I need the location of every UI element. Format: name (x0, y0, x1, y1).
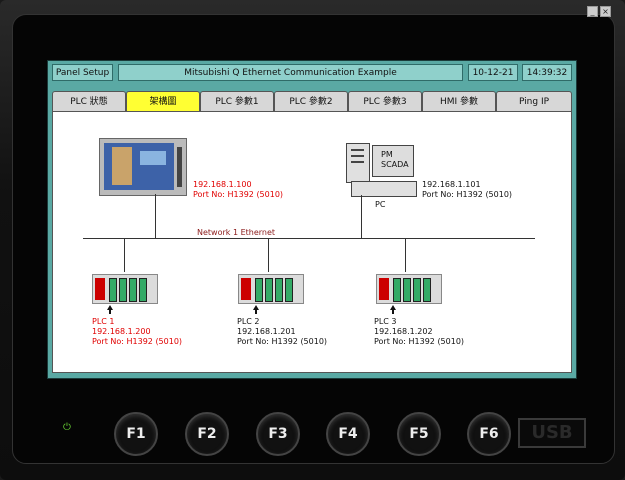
tab-hmi-param[interactable]: HMI 參數 (422, 91, 496, 111)
power-icon: ⏻ (63, 422, 71, 433)
hmi-link-line (155, 194, 156, 238)
network-label: Network 1 Ethernet (197, 228, 276, 237)
date-display: 10-12-21 (468, 64, 518, 81)
plc3-arrow-stem (392, 310, 394, 314)
plc3-rack-icon (376, 274, 442, 304)
time-display: 14:39:32 (522, 64, 572, 81)
pc-ip: 192.168.1.101 (422, 180, 481, 189)
hmi-ip: 192.168.1.100 (193, 180, 252, 189)
plc3-link-line (405, 238, 406, 272)
hmi-screen: Panel Setup Mitsubishi Q Ethernet Commun… (47, 60, 577, 379)
pc-port: Port No: H1392 (5010) (422, 190, 513, 199)
architecture-diagram: 192.168.1.100 Port No: H1392 (5010) PM S… (52, 111, 572, 373)
plc2-rack-icon (238, 274, 304, 304)
hmi-port: Port No: H1392 (5010) (193, 190, 284, 199)
tab-plc-param3[interactable]: PLC 參數3 (348, 91, 422, 111)
pc-tower-icon (346, 143, 370, 183)
plc3-ip: 192.168.1.202 (374, 327, 433, 336)
close-icon[interactable]: × (600, 6, 611, 17)
plc1-name: PLC 1 (92, 317, 115, 326)
plc1-ip: 192.168.1.200 (92, 327, 151, 336)
usb-port-label: USB (518, 418, 586, 448)
pc-link-line (361, 195, 362, 238)
ethernet-bus-line (83, 238, 535, 239)
f4-button[interactable]: F4 (326, 412, 370, 456)
tab-plc-param2[interactable]: PLC 參數2 (274, 91, 348, 111)
plc2-arrow-stem (255, 310, 257, 314)
plc1-arrow-stem (109, 310, 111, 314)
plc3-port: Port No: H1392 (5010) (374, 337, 465, 346)
tab-ping-ip[interactable]: Ping IP (496, 91, 572, 111)
window-controls: _ × (587, 6, 611, 17)
tab-architecture[interactable]: 架構圖 (126, 91, 200, 111)
tab-plc-param1[interactable]: PLC 參數1 (200, 91, 274, 111)
f3-button[interactable]: F3 (256, 412, 300, 456)
page-title: Mitsubishi Q Ethernet Communication Exam… (118, 64, 463, 81)
tab-plc-status[interactable]: PLC 狀態 (52, 91, 126, 111)
plc1-link-line (124, 238, 125, 272)
plc3-name: PLC 3 (374, 317, 397, 326)
tab-bar: PLC 狀態 架構圖 PLC 參數1 PLC 參數2 PLC 參數3 HMI 參… (52, 91, 572, 111)
f5-button[interactable]: F5 (397, 412, 441, 456)
plc2-link-line (268, 238, 269, 272)
minimize-icon[interactable]: _ (587, 6, 598, 17)
plc2-ip: 192.168.1.201 (237, 327, 296, 336)
f1-button[interactable]: F1 (114, 412, 158, 456)
pc-label: PC (375, 200, 386, 209)
plc2-port: Port No: H1392 (5010) (237, 337, 328, 346)
plc1-rack-icon (92, 274, 158, 304)
f6-button[interactable]: F6 (467, 412, 511, 456)
plc1-port: Port No: H1392 (5010) (92, 337, 183, 346)
plc2-name: PLC 2 (237, 317, 260, 326)
pc-monitor-icon: PM SCADA (372, 145, 414, 177)
panel-setup-button[interactable]: Panel Setup (52, 64, 113, 81)
hmi-device-icon (99, 138, 187, 196)
f2-button[interactable]: F2 (185, 412, 229, 456)
pc-screen-label: PM SCADA (381, 150, 409, 169)
